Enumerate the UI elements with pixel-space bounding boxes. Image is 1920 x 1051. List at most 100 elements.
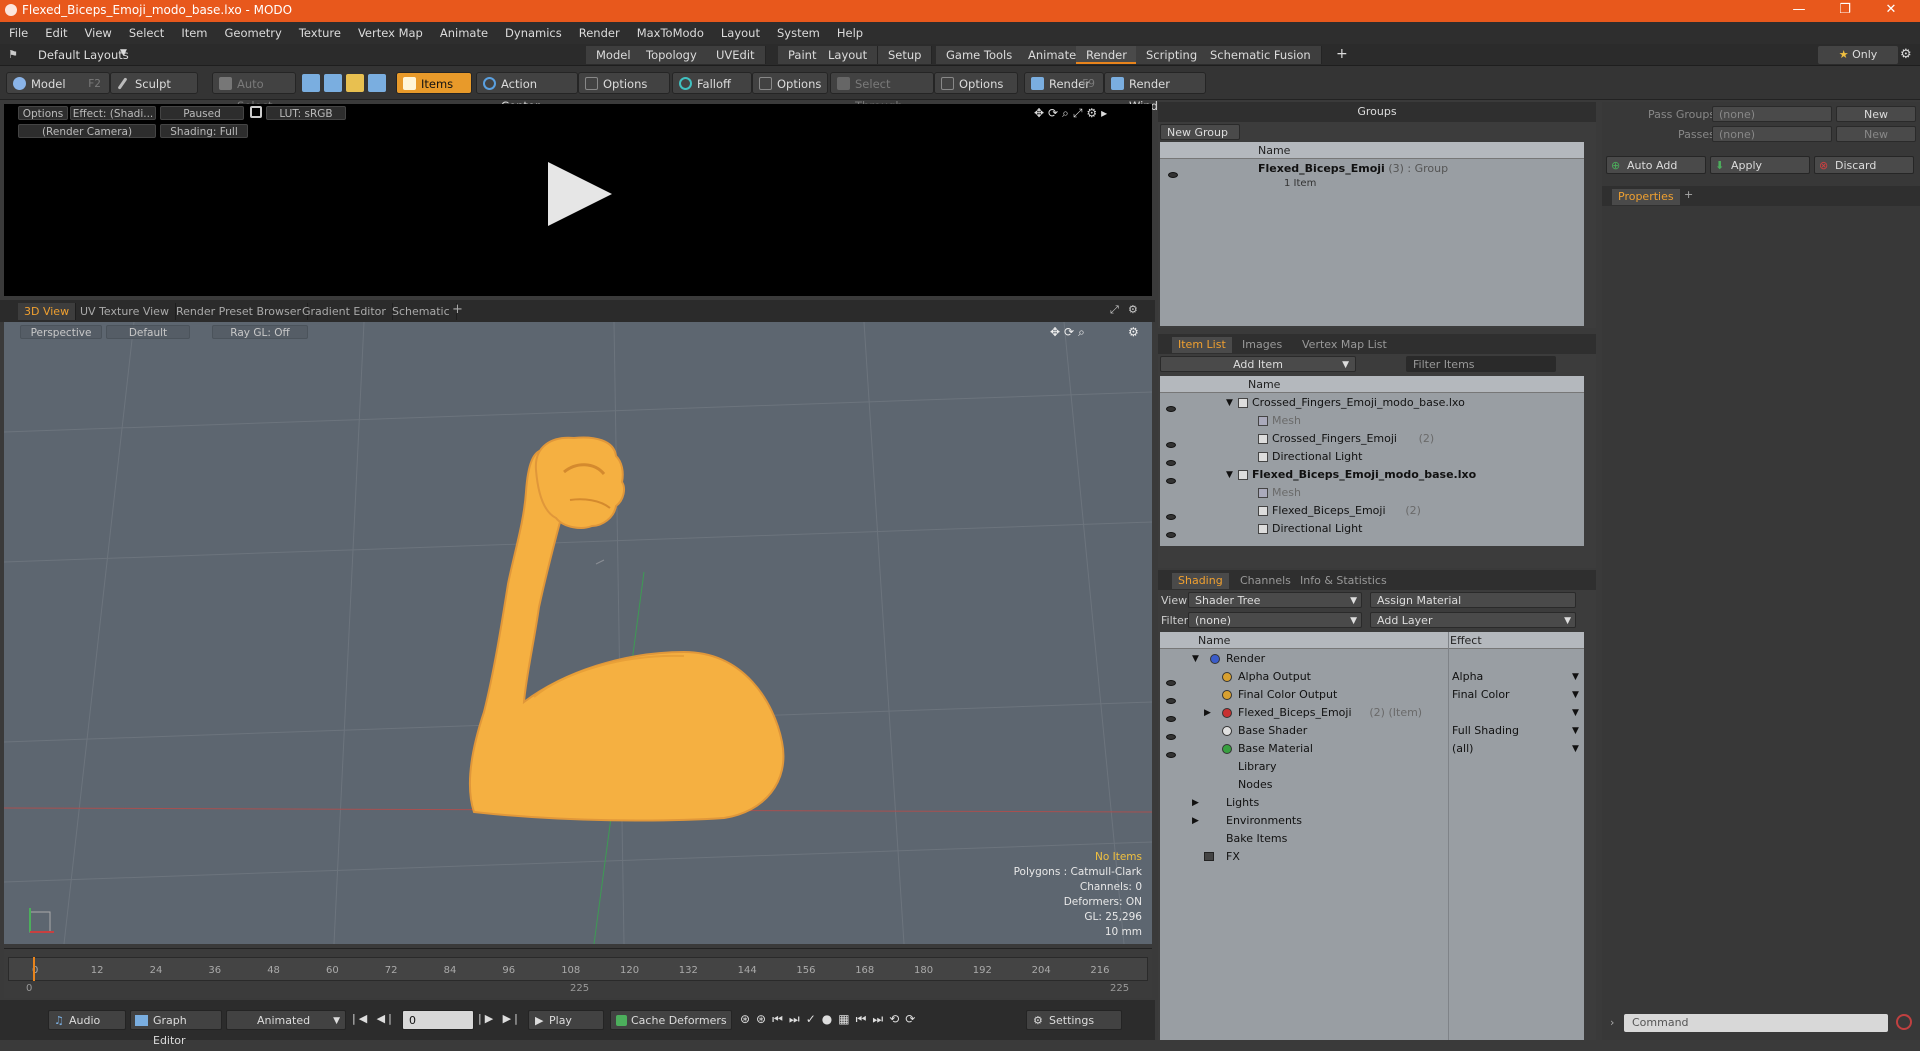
- chevron-down-icon[interactable]: ▼: [1572, 740, 1579, 758]
- effect-selector[interactable]: Effect: (Shadi...: [70, 106, 156, 120]
- layout-tab-6[interactable]: Game Tools: [936, 46, 1024, 64]
- item-list-row[interactable]: Crossed_Fingers_Emoji (2): [1160, 430, 1584, 448]
- frame-input[interactable]: 0: [402, 1010, 474, 1030]
- add-tab-icon[interactable]: +: [1684, 188, 1693, 201]
- select-through-button[interactable]: Select Through: [830, 72, 934, 113]
- shading-filter-select[interactable]: (none) ▼: [1188, 612, 1362, 628]
- render-nav-icons[interactable]: ✥⟳⌕⤢⚙▸: [1034, 106, 1111, 121]
- expand-arrow-icon[interactable]: ▼: [1192, 650, 1199, 668]
- shading-selector[interactable]: Shading: Full: [160, 124, 248, 138]
- item-list-row[interactable]: Directional Light: [1160, 520, 1584, 538]
- shader-effect[interactable]: Full Shading: [1452, 722, 1519, 740]
- play-button[interactable]: ▶ Play: [528, 1010, 604, 1030]
- shader-tree-row[interactable]: Final Color Output Final Color ▼: [1160, 686, 1584, 704]
- polygons-icon[interactable]: [346, 74, 364, 92]
- settings-button[interactable]: ⚙ Settings: [1026, 1010, 1122, 1030]
- shader-tree-row[interactable]: Alpha Output Alpha ▼: [1160, 668, 1584, 686]
- view-tab-4[interactable]: Schematic: [386, 303, 457, 320]
- menu-item-6[interactable]: Texture: [290, 22, 349, 40]
- falloff-options-button[interactable]: Options: [752, 72, 828, 94]
- gear-icon[interactable]: ⚙: [1900, 47, 1912, 62]
- maximize-button[interactable]: ❐: [1822, 0, 1868, 22]
- only-button[interactable]: ★ Only: [1818, 46, 1898, 64]
- shading-tab-0[interactable]: Shading: [1172, 573, 1229, 589]
- render-camera-selector[interactable]: (Render Camera): [18, 124, 156, 138]
- menu-item-0[interactable]: File: [0, 22, 36, 40]
- prev-key-icons[interactable]: |◀ ◀|: [352, 1012, 395, 1025]
- items-button[interactable]: Items: [396, 72, 472, 94]
- shader-tree-row[interactable]: Library: [1160, 758, 1584, 776]
- add-item-button[interactable]: Add Item ▼: [1160, 356, 1356, 372]
- expand-arrow-icon[interactable]: ▶: [1192, 794, 1199, 812]
- discard-button[interactable]: ⊗ Discard: [1814, 156, 1914, 174]
- paused-toggle[interactable]: Paused: [160, 106, 244, 120]
- passes-select[interactable]: (none): [1712, 126, 1832, 142]
- shading-tab-1[interactable]: Channels: [1234, 573, 1297, 589]
- view-tab-0[interactable]: 3D View: [18, 303, 77, 320]
- view-tab-3[interactable]: Gradient Editor: [296, 303, 393, 320]
- apply-button[interactable]: ⬇ Apply: [1710, 156, 1810, 174]
- layout-tab-9[interactable]: Scripting: [1136, 46, 1209, 64]
- layout-tab-1[interactable]: Topology: [636, 46, 708, 64]
- eye-icon[interactable]: [1168, 168, 1178, 181]
- perspective-selector[interactable]: Perspective: [20, 325, 102, 339]
- flexed-biceps-model[interactable]: [468, 436, 785, 822]
- new-group-button[interactable]: New Group: [1160, 124, 1240, 140]
- menu-item-12[interactable]: Layout: [712, 22, 768, 40]
- shader-tree-select[interactable]: Shader Tree ▼: [1188, 592, 1362, 608]
- group-row[interactable]: Flexed_Biceps_Emoji (3) : Group: [1258, 162, 1448, 175]
- minimize-button[interactable]: —: [1776, 0, 1822, 22]
- model-button[interactable]: Model F2: [6, 72, 110, 94]
- shader-tree-row[interactable]: Lights ▶: [1160, 794, 1584, 812]
- default-view-selector[interactable]: Default: [106, 325, 190, 339]
- item-list-tab-2[interactable]: Vertex Map List: [1296, 337, 1393, 353]
- shading-tab-2[interactable]: Info & Statistics: [1294, 573, 1393, 589]
- item-list-row[interactable]: Flexed_Biceps_Emoji (2): [1160, 502, 1584, 520]
- add-layout-icon[interactable]: +: [1336, 46, 1348, 62]
- menu-item-9[interactable]: Dynamics: [496, 22, 570, 40]
- shader-effect[interactable]: Final Color: [1452, 686, 1510, 704]
- chevron-down-icon[interactable]: ▼: [120, 48, 127, 58]
- menu-item-3[interactable]: Select: [120, 22, 172, 40]
- gear-icon[interactable]: ⚙: [1128, 325, 1139, 339]
- menu-item-2[interactable]: View: [76, 22, 120, 40]
- audio-button[interactable]: ♫ Audio: [48, 1010, 126, 1030]
- menu-item-11[interactable]: MaxToModo: [628, 22, 712, 40]
- shader-tree-row[interactable]: Bake Items: [1160, 830, 1584, 848]
- eye-icon[interactable]: [1166, 526, 1176, 544]
- select-through-options-button[interactable]: Options: [934, 72, 1018, 94]
- menu-item-13[interactable]: System: [768, 22, 828, 40]
- chevron-down-icon[interactable]: ▼: [1572, 686, 1579, 704]
- sculpt-button[interactable]: Sculpt: [110, 72, 198, 94]
- falloff-button[interactable]: Falloff: [672, 72, 752, 94]
- item-list-row[interactable]: Crossed_Fingers_Emoji_modo_base.lxo ▼: [1160, 394, 1584, 412]
- command-input[interactable]: Command: [1624, 1014, 1888, 1032]
- lut-selector[interactable]: LUT: sRGB: [266, 106, 346, 120]
- item-list-row[interactable]: Mesh: [1160, 484, 1584, 502]
- shader-tree-row[interactable]: Render ▼: [1160, 650, 1584, 668]
- auto-add-button[interactable]: ⊕ Auto Add: [1606, 156, 1706, 174]
- viewport-nav-icons[interactable]: ✥⟳⌕: [1050, 325, 1089, 340]
- item-list-row[interactable]: Flexed_Biceps_Emoji_modo_base.lxo ▼: [1160, 466, 1584, 484]
- layout-tab-0[interactable]: Model: [586, 46, 642, 64]
- vertices-icon[interactable]: [302, 74, 320, 92]
- render-button[interactable]: Render F9: [1024, 72, 1104, 94]
- filter-items-input[interactable]: Filter Items: [1406, 356, 1556, 372]
- animated-selector[interactable]: Animated ▼: [226, 1010, 346, 1030]
- playhead[interactable]: [33, 957, 35, 981]
- expand-arrow-icon[interactable]: ▼: [1226, 466, 1233, 484]
- lock-icon[interactable]: [250, 106, 262, 118]
- item-list-row[interactable]: Directional Light: [1160, 448, 1584, 466]
- menu-item-14[interactable]: Help: [828, 22, 871, 40]
- menu-item-5[interactable]: Geometry: [216, 22, 290, 40]
- assign-material-button[interactable]: Assign Material: [1370, 592, 1576, 608]
- render-preview[interactable]: Options Effect: (Shadi... Paused LUT: sR…: [4, 104, 1152, 296]
- expand-arrow-icon[interactable]: ▼: [1226, 394, 1233, 412]
- layout-tab-8[interactable]: Render: [1076, 46, 1138, 64]
- item-list-row[interactable]: Mesh: [1160, 412, 1584, 430]
- shader-tree-row[interactable]: Base Shader Full Shading ▼: [1160, 722, 1584, 740]
- pass-groups-select[interactable]: (none): [1712, 106, 1832, 122]
- layout-menu-icon[interactable]: ⚑: [8, 48, 18, 61]
- render-window-button[interactable]: Render Window: [1104, 72, 1206, 113]
- add-view-icon[interactable]: +: [452, 302, 463, 317]
